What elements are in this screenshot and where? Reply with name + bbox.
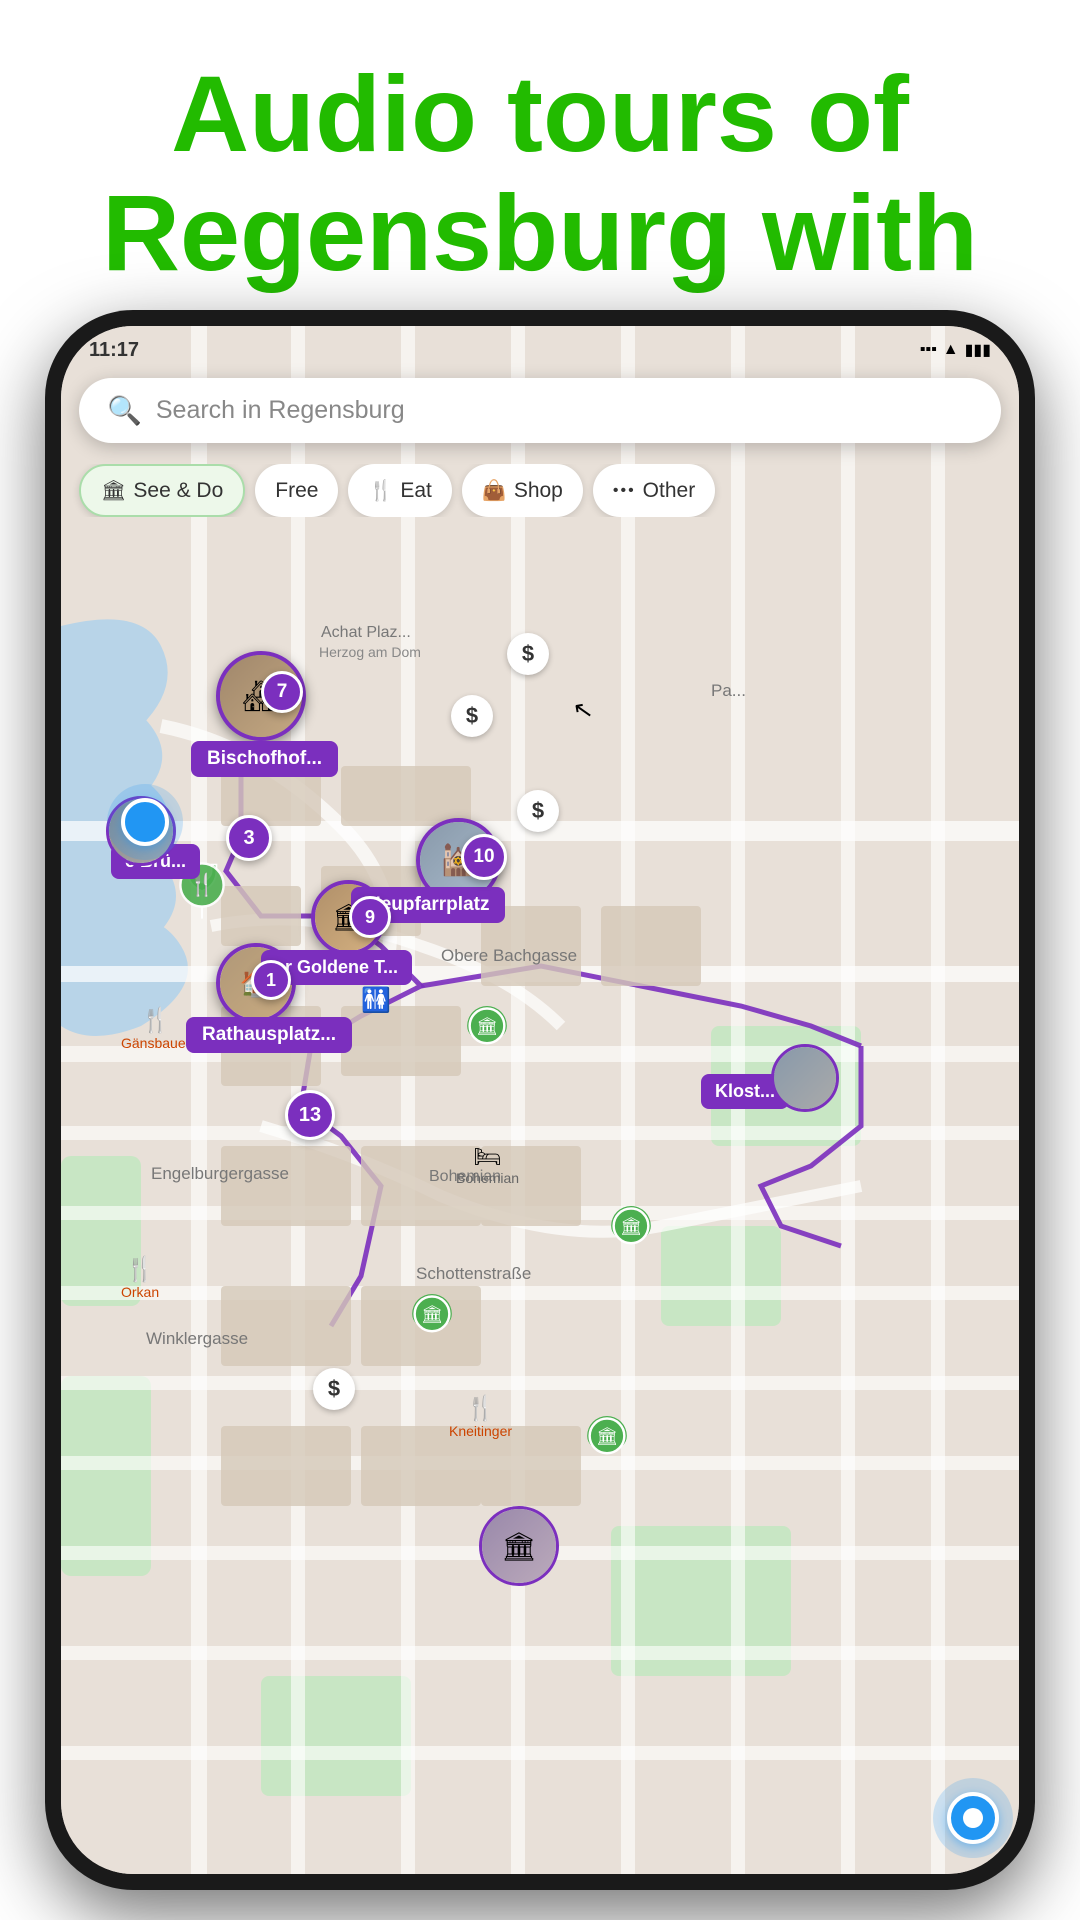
thumbnail-kloster (771, 1044, 839, 1112)
green-marker-poi4: 🏛 (406, 1294, 458, 1361)
battery-icon: ▮▮▮ (965, 340, 991, 360)
marker-num-7: 7 (261, 671, 303, 713)
filter-tab-free[interactable]: Free (255, 464, 338, 517)
place-label-rathausplatz: Rathausplatz... (186, 1017, 352, 1053)
location-dot-bottom (947, 1792, 999, 1844)
dollar-marker-2: $ (451, 695, 493, 737)
svg-text:🏛: 🏛 (596, 1426, 618, 1446)
search-placeholder: Search in Regensburg (156, 396, 405, 425)
fork-marker-orkan: 🍴 Orkan (121, 1255, 159, 1300)
see-do-label: See & Do (133, 479, 223, 503)
status-time: 11:17 (89, 339, 139, 362)
map-label-achat: Achat Plaz... (321, 624, 411, 642)
sleep-marker: 🛏 Bohemian (456, 1144, 519, 1186)
map-label-herzogstr: Herzog am Dom (319, 644, 421, 660)
shop-icon: 👜 (482, 478, 507, 503)
search-icon: 🔍 (107, 394, 142, 427)
marker-num-3: 3 (226, 815, 272, 861)
wc-marker: 🚻 (361, 986, 391, 1015)
filter-tab-shop[interactable]: 👜 Shop (462, 464, 583, 517)
see-do-icon: 🏛 (101, 478, 126, 503)
other-icon: ••• (613, 482, 636, 500)
dollar-marker-4: $ (313, 1368, 355, 1410)
free-label: Free (275, 479, 318, 503)
signal-icon: ▪▪▪ (920, 341, 937, 359)
thumbnail-bottom: 🏛 (479, 1506, 559, 1586)
map-label-pa: Pa... (711, 681, 746, 701)
svg-text:🏛: 🏛 (421, 1304, 443, 1324)
other-label: Other (643, 479, 696, 503)
map-label-winklergasse: Winklergasse (146, 1329, 248, 1349)
wifi-icon: ▲ (943, 341, 959, 359)
dollar-marker-3: $ (517, 790, 559, 832)
filter-tab-other[interactable]: ••• Other (593, 464, 715, 517)
filter-tab-see-do[interactable]: 🏛 See & Do (79, 464, 245, 517)
phone-screen: Engelburgergasse Winklergasse Schottenst… (61, 326, 1019, 1874)
location-dot (121, 798, 169, 846)
marker-num-10: 10 (461, 834, 507, 880)
search-bar[interactable]: 🔍 Search in Regensburg (79, 378, 1001, 443)
map-background (61, 326, 1019, 1874)
marker-num-1: 1 (251, 960, 291, 1000)
filter-tab-eat[interactable]: 🍴 Eat (348, 464, 451, 517)
map-label-schottenstrasse: Schottenstraße (416, 1264, 531, 1284)
status-bar: 11:17 ▪▪▪ ▲ ▮▮▮ (61, 326, 1019, 374)
dollar-marker-1: $ (507, 633, 549, 675)
place-label-bischofhof: Bischofhof... (191, 741, 338, 777)
marker-num-13: 13 (285, 1090, 335, 1140)
status-icons: ▪▪▪ ▲ ▮▮▮ (920, 340, 991, 360)
fork-marker-kneitinger: 🍴 Kneitinger (449, 1394, 512, 1439)
phone-frame: Engelburgergasse Winklergasse Schottenst… (45, 310, 1035, 1890)
eat-icon: 🍴 (368, 478, 393, 503)
marker-num-9: 9 (349, 896, 391, 938)
filter-tabs-container: 🏛 See & Do Free 🍴 Eat 👜 Shop ••• Other (69, 464, 1011, 517)
svg-text:🏛: 🏛 (476, 1016, 498, 1036)
green-marker-poi3: 🏛 (605, 1206, 657, 1273)
green-marker-poi5: 🏛 (581, 1416, 633, 1483)
map-label-engelburgergasse: Engelburgergasse (151, 1164, 289, 1184)
fork-marker-gansbauer: 🍴 Gänsbauer (121, 1006, 190, 1051)
svg-text:🏛: 🏛 (620, 1216, 642, 1236)
map-label-obere-bachgasse: Obere Bachgasse (441, 946, 577, 966)
green-marker-poi2: 🏛 (461, 1006, 513, 1073)
shop-label: Shop (514, 479, 563, 503)
eat-label: Eat (400, 479, 432, 503)
